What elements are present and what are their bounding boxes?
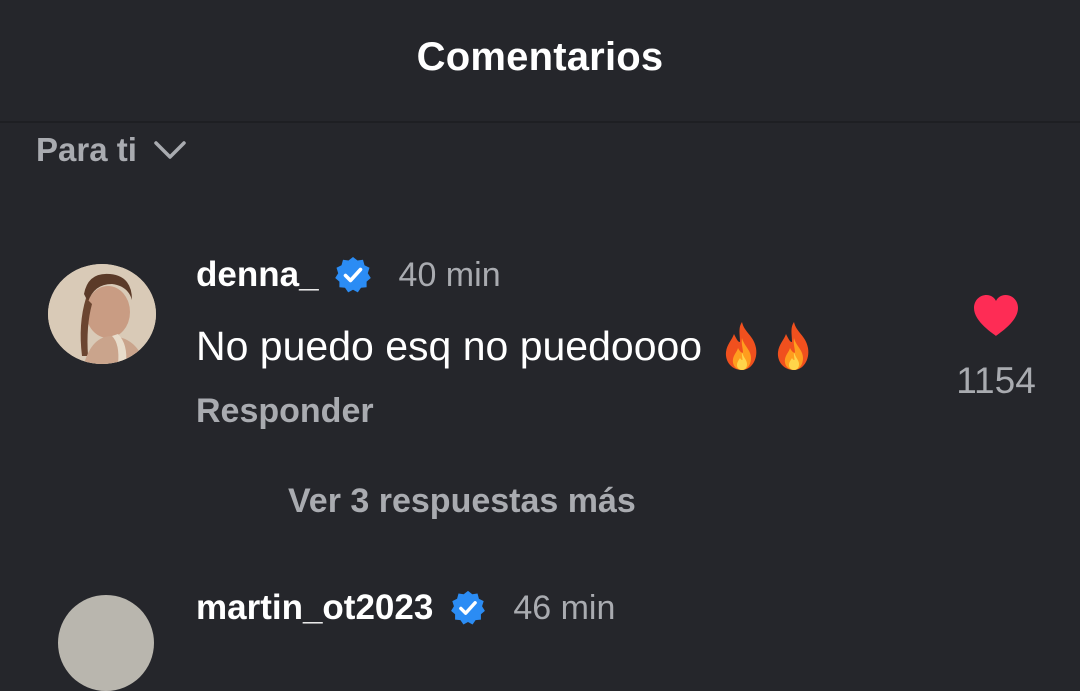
page-title: Comentarios (416, 35, 664, 79)
chevron-down-icon (153, 139, 187, 161)
sort-label: Para ti (36, 131, 137, 168)
heart-icon[interactable] (972, 294, 1020, 338)
comment-item: denna_ 40 min No puedo esq no puedoooo R… (0, 250, 1080, 430)
comment-header: martin_ot2023 46 min (196, 585, 615, 631)
comment-time: 40 min (398, 255, 501, 294)
comment-body: No puedo esq no puedoooo (196, 320, 818, 372)
sort-dropdown[interactable]: Para ti (36, 128, 187, 172)
view-more-replies-button[interactable]: Ver 3 respuestas más (288, 482, 636, 521)
verified-badge-icon (449, 589, 487, 627)
comments-header: Comentarios (0, 0, 1080, 123)
comment-item: martin_ot2023 46 min (0, 585, 1080, 691)
verified-badge-icon (333, 255, 373, 295)
reply-button[interactable]: Responder (196, 392, 374, 431)
username[interactable]: denna_ (196, 255, 319, 295)
like-count: 1154 (956, 360, 1036, 401)
username[interactable]: martin_ot2023 (196, 588, 433, 628)
comment-header: denna_ 40 min (196, 252, 501, 298)
comment-time: 46 min (513, 588, 616, 627)
fire-emoji-icon (718, 320, 766, 372)
comment-text: No puedo esq no puedoooo (196, 322, 703, 369)
avatar[interactable] (58, 595, 154, 691)
fire-emoji-icon (770, 320, 818, 372)
avatar[interactable] (48, 264, 156, 364)
